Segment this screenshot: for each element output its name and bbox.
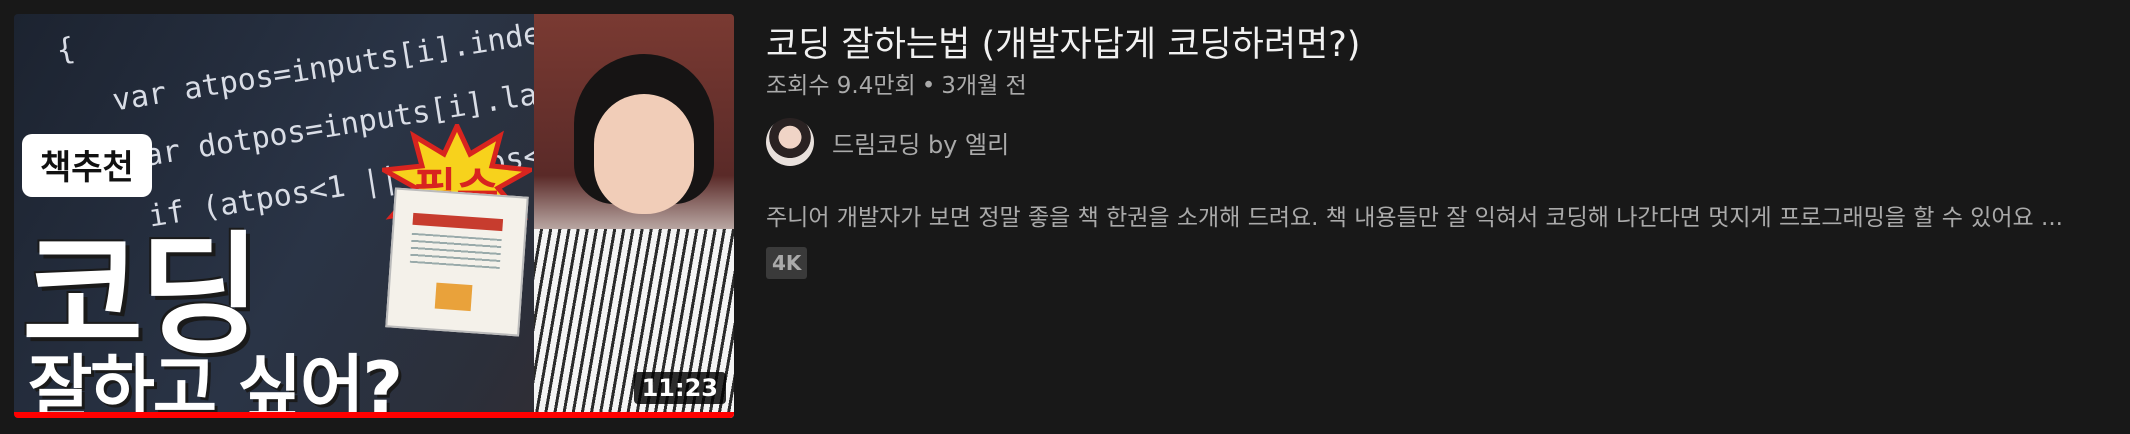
channel-name[interactable]: 드림코딩 by 엘리 — [832, 125, 1009, 160]
video-title[interactable]: 코딩 잘하는법 (개발자답게 코딩하려면?) — [766, 16, 2106, 67]
thumbnail-subheadline: 잘하고 싶어? — [28, 347, 403, 418]
upload-age: 3개월 전 — [941, 73, 1027, 99]
video-stats: 조회수 9.4만회 • 3개월 전 — [766, 66, 1027, 100]
thumbnail-code-line: { — [54, 31, 78, 69]
video-thumbnail[interactable]: { var atpos=inputs[i].indexOf("@"); var … — [14, 14, 734, 418]
separator-dot: • — [921, 73, 936, 99]
thumbnail-book-badge: 책추천 — [22, 134, 152, 197]
view-count: 조회수 9.4만회 — [766, 73, 916, 99]
video-result[interactable]: { var atpos=inputs[i].indexOf("@"); var … — [14, 14, 2116, 420]
video-description: 주니어 개발자가 보면 정말 좋을 책 한권을 소개해 드려요. 책 내용들만 … — [766, 205, 2063, 231]
quality-badge: 4K — [766, 247, 808, 279]
channel-avatar[interactable] — [766, 118, 814, 166]
thumbnail-presenter — [534, 14, 734, 418]
channel-info[interactable]: 드림코딩 by 엘리 — [766, 118, 1009, 166]
book-image — [385, 187, 529, 337]
duration-badge: 11:23 — [633, 372, 726, 404]
watch-progress-bar — [14, 412, 734, 418]
